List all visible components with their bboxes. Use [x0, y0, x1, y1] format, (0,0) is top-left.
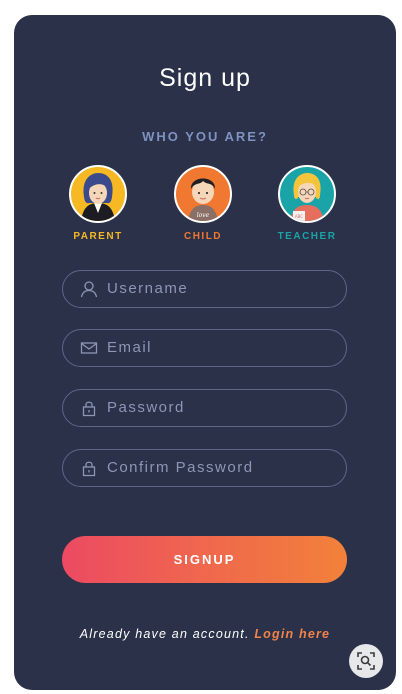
password-field[interactable] [62, 389, 347, 427]
email-input[interactable] [107, 330, 337, 365]
user-icon [80, 280, 98, 298]
username-input[interactable] [107, 271, 337, 306]
top-strip [0, 0, 402, 14]
signup-button[interactable]: SIGNUP [62, 536, 347, 583]
lock-icon [80, 459, 98, 477]
login-prompt: Already have an account. Login here [14, 627, 396, 641]
confirm-password-input[interactable] [107, 450, 337, 485]
role-teacher-label: TEACHER [277, 231, 337, 242]
password-input[interactable] [107, 390, 337, 425]
parent-avatar-icon [81, 173, 115, 221]
username-field[interactable] [62, 270, 347, 308]
login-prompt-text: Already have an account. [79, 627, 255, 641]
teacher-avatar: ABC [278, 165, 336, 223]
page-title: Sign up [159, 64, 251, 92]
lens-search-icon [357, 652, 375, 670]
parent-avatar [69, 165, 127, 223]
child-avatar: love [174, 165, 232, 223]
mail-icon [80, 339, 98, 357]
role-child[interactable]: love CHILD [163, 165, 243, 242]
email-field[interactable] [62, 329, 347, 367]
role-parent[interactable]: PARENT [58, 165, 138, 242]
lens-search-button[interactable] [349, 644, 383, 678]
confirm-password-field[interactable] [62, 449, 347, 487]
role-child-label: CHILD [183, 231, 223, 242]
signup-card: Sign up WHO YOU ARE? PARENT love CHILD A… [14, 15, 396, 690]
role-parent-label: PARENT [73, 231, 123, 242]
svg-text:love: love [197, 212, 210, 219]
login-link[interactable]: Login here [254, 627, 330, 641]
child-avatar-icon: love [188, 178, 218, 221]
svg-text:ABC: ABC [295, 214, 303, 219]
teacher-avatar-icon: ABC [290, 173, 324, 221]
lock-icon [80, 399, 98, 417]
role-prompt: WHO YOU ARE? [142, 129, 268, 144]
role-teacher[interactable]: ABC TEACHER [267, 165, 347, 242]
